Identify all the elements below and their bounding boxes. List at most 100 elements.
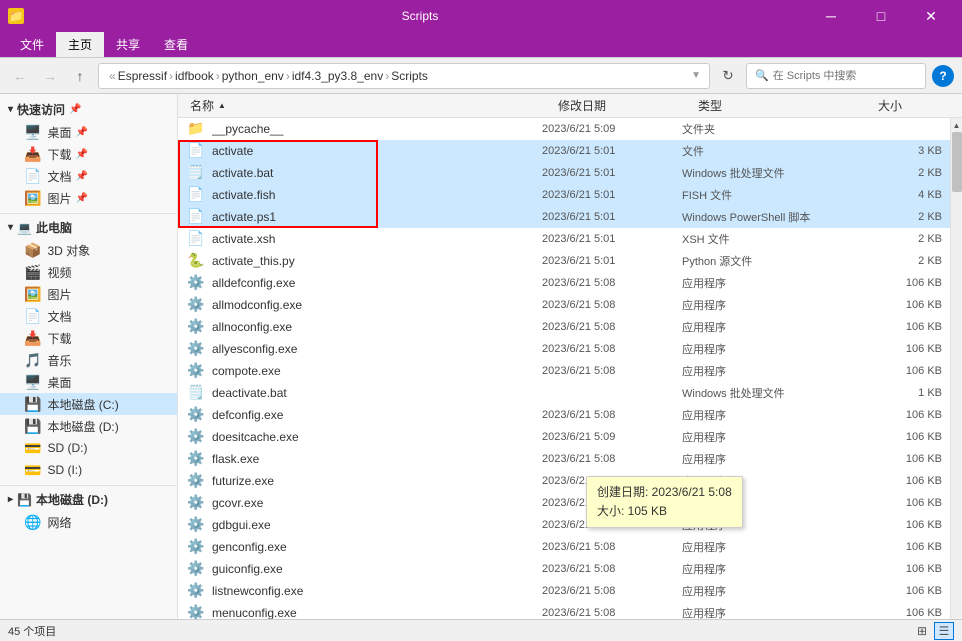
sidebar-item-desktop[interactable]: 🖥️桌面 xyxy=(0,371,177,393)
list-view-button[interactable]: ☰ xyxy=(934,622,954,640)
file-name: gcovr.exe xyxy=(212,496,542,510)
file-date: 2023/6/21 5:08 xyxy=(542,453,682,465)
back-button[interactable]: ← xyxy=(8,64,32,88)
sidebar-item-downloads[interactable]: 📥下载 xyxy=(0,327,177,349)
table-row[interactable]: ⚙️ defconfig.exe 2023/6/21 5:08 应用程序 106… xyxy=(178,404,950,426)
sidebar-item-video[interactable]: 🎬视频 xyxy=(0,261,177,283)
table-row[interactable]: 📄 activate 2023/6/21 5:01 文件 3 KB xyxy=(178,140,950,162)
close-button[interactable]: ✕ xyxy=(908,0,954,32)
col-header-date[interactable]: 修改日期 xyxy=(554,94,694,117)
table-row[interactable]: ⚙️ allnoconfig.exe 2023/6/21 5:08 应用程序 1… xyxy=(178,316,950,338)
tooltip-date: 创建日期: 2023/6/21 5:08 xyxy=(597,483,732,502)
tab-share[interactable]: 共享 xyxy=(104,32,152,57)
vertical-scrollbar[interactable]: ▲ ▼ xyxy=(950,118,962,639)
table-row[interactable]: ⚙️ gcovr.exe 2023/6/21 5:09 应用程序 106 KB xyxy=(178,492,950,514)
scroll-thumb[interactable] xyxy=(952,132,962,192)
table-row[interactable]: ⚙️ genconfig.exe 2023/6/21 5:08 应用程序 106… xyxy=(178,536,950,558)
sidebar-item-sd-i[interactable]: 💳SD (I:) xyxy=(0,459,177,481)
minimize-button[interactable]: ─ xyxy=(808,0,854,32)
address-path[interactable]: « Espressif › idfbook › python_env › idf… xyxy=(98,63,710,89)
scroll-track[interactable] xyxy=(951,132,962,625)
file-icon: ⚙️ xyxy=(186,405,206,425)
table-row[interactable]: 📄 activate.ps1 2023/6/21 5:01 Windows Po… xyxy=(178,206,950,228)
forward-button[interactable]: → xyxy=(38,64,62,88)
search-input[interactable] xyxy=(773,70,917,82)
col-header-type[interactable]: 类型 xyxy=(694,94,874,117)
file-date: 2023/6/21 5:09 xyxy=(542,123,682,135)
refresh-button[interactable]: ↻ xyxy=(716,64,740,88)
sidebar-item-documents[interactable]: 📄文档 xyxy=(0,305,177,327)
table-row[interactable]: ⚙️ gdbgui.exe 2023/6/21 5:08 应用程序 106 KB xyxy=(178,514,950,536)
file-date: 2023/6/21 5:08 xyxy=(542,563,682,575)
sd-d-icon: 💳 xyxy=(24,440,41,457)
quick-access-label: 快速访问 xyxy=(17,101,65,118)
sidebar-item-music[interactable]: 🎵音乐 xyxy=(0,349,177,371)
file-icon: 📄 xyxy=(186,229,206,249)
sidebar-item-drive-d[interactable]: 💾本地磁盘 (D:) xyxy=(0,415,177,437)
file-size: 106 KB xyxy=(862,343,942,355)
table-row[interactable]: ⚙️ compote.exe 2023/6/21 5:08 应用程序 106 K… xyxy=(178,360,950,382)
sidebar-item-pictures[interactable]: 🖼️图片 xyxy=(0,283,177,305)
file-icon: ⚙️ xyxy=(186,295,206,315)
this-pc-header[interactable]: ▾ 💻 此电脑 xyxy=(0,216,177,239)
grid-view-button[interactable]: ⊞ xyxy=(912,622,932,640)
up-button[interactable]: ↑ xyxy=(68,64,92,88)
table-row[interactable]: ⚙️ allyesconfig.exe 2023/6/21 5:08 应用程序 … xyxy=(178,338,950,360)
maximize-button[interactable]: □ xyxy=(858,0,904,32)
file-icon: ⚙️ xyxy=(186,515,206,535)
sidebar-item-network[interactable]: 🌐网络 xyxy=(0,511,177,533)
sidebar-item-3d[interactable]: 📦3D 对象 xyxy=(0,239,177,261)
table-row[interactable]: 📄 activate.fish 2023/6/21 5:01 FISH 文件 4… xyxy=(178,184,950,206)
file-name: futurize.exe xyxy=(212,474,542,488)
path-python-env[interactable]: python_env xyxy=(222,69,284,83)
table-row[interactable]: 📁 __pycache__ 2023/6/21 5:09 文件夹 xyxy=(178,118,950,140)
table-row[interactable]: ⚙️ flask.exe 2023/6/21 5:08 应用程序 106 KB xyxy=(178,448,950,470)
table-row[interactable]: ⚙️ allmodconfig.exe 2023/6/21 5:08 应用程序 … xyxy=(178,294,950,316)
sidebar-item-pictures-quick[interactable]: 🖼️ 图片 📌 xyxy=(0,187,177,209)
file-size: 106 KB xyxy=(862,497,942,509)
sidebar-item-sd-d[interactable]: 💳SD (D:) xyxy=(0,437,177,459)
table-row[interactable]: 📄 activate.xsh 2023/6/21 5:01 XSH 文件 2 K… xyxy=(178,228,950,250)
table-row[interactable]: 🐍 activate_this.py 2023/6/21 5:01 Python… xyxy=(178,250,950,272)
file-date: 2023/6/21 5:08 xyxy=(542,343,682,355)
path-idfbook[interactable]: idfbook xyxy=(175,69,214,83)
sidebar-item-docs-quick[interactable]: 📄 文档 📌 xyxy=(0,165,177,187)
table-row[interactable]: ⚙️ listnewconfig.exe 2023/6/21 5:08 应用程序… xyxy=(178,580,950,602)
table-row[interactable]: ⚙️ doesitcache.exe 2023/6/21 5:09 应用程序 1… xyxy=(178,426,950,448)
sidebar-item-download-quick[interactable]: 📥 下载 📌 xyxy=(0,143,177,165)
local-d-label: 本地磁盘 (D:) xyxy=(36,491,108,508)
col-header-size[interactable]: 大小 xyxy=(874,94,954,117)
this-pc-section: ▾ 💻 此电脑 📦3D 对象 🎬视频 🖼️图片 📄文档 📥下载 🎵音乐 🖥️桌面… xyxy=(0,216,177,481)
sidebar-item-drive-c[interactable]: 💾本地磁盘 (C:) xyxy=(0,393,177,415)
file-size: 106 KB xyxy=(862,321,942,333)
table-row[interactable]: ⚙️ futurize.exe 2023/6/21 5:09 应用程序 106 … xyxy=(178,470,950,492)
sidebar-label: 图片 xyxy=(47,190,71,207)
tab-file[interactable]: 文件 xyxy=(8,32,56,57)
file-icon: ⚙️ xyxy=(186,361,206,381)
path-idf-env[interactable]: idf4.3_py3.8_env xyxy=(292,69,383,83)
table-row[interactable]: 🗒️ deactivate.bat Windows 批处理文件 1 KB xyxy=(178,382,950,404)
table-row[interactable]: ⚙️ guiconfig.exe 2023/6/21 5:08 应用程序 106… xyxy=(178,558,950,580)
file-icon: 🗒️ xyxy=(186,163,206,183)
file-date: 2023/6/21 5:01 xyxy=(542,145,682,157)
table-row[interactable]: 🗒️ activate.bat 2023/6/21 5:01 Windows 批… xyxy=(178,162,950,184)
file-type: Python 源文件 xyxy=(682,253,862,269)
scroll-up-button[interactable]: ▲ xyxy=(951,118,962,132)
path-espressif[interactable]: Espressif xyxy=(118,69,167,83)
path-scripts[interactable]: Scripts xyxy=(391,69,428,83)
file-type: 应用程序 xyxy=(682,451,862,467)
quick-access-header[interactable]: ▾ 快速访问 📌 xyxy=(0,98,177,121)
table-row[interactable]: ⚙️ alldefconfig.exe 2023/6/21 5:08 应用程序 … xyxy=(178,272,950,294)
drive-d-icon: 💾 xyxy=(24,418,41,435)
file-name: activate.ps1 xyxy=(212,210,542,224)
file-name: defconfig.exe xyxy=(212,408,542,422)
file-name: allnoconfig.exe xyxy=(212,320,542,334)
sidebar-item-desktop-quick[interactable]: 🖥️ 桌面 📌 xyxy=(0,121,177,143)
file-date: 2023/6/21 5:08 xyxy=(542,541,682,553)
tab-view[interactable]: 查看 xyxy=(152,32,200,57)
tab-home[interactable]: 主页 xyxy=(56,32,104,57)
help-button[interactable]: ? xyxy=(932,65,954,87)
local-d-header[interactable]: ▸ 💾 本地磁盘 (D:) xyxy=(0,488,177,511)
pictures2-icon: 🖼️ xyxy=(24,286,41,303)
col-header-name[interactable]: 名称 ▲ xyxy=(186,94,554,117)
